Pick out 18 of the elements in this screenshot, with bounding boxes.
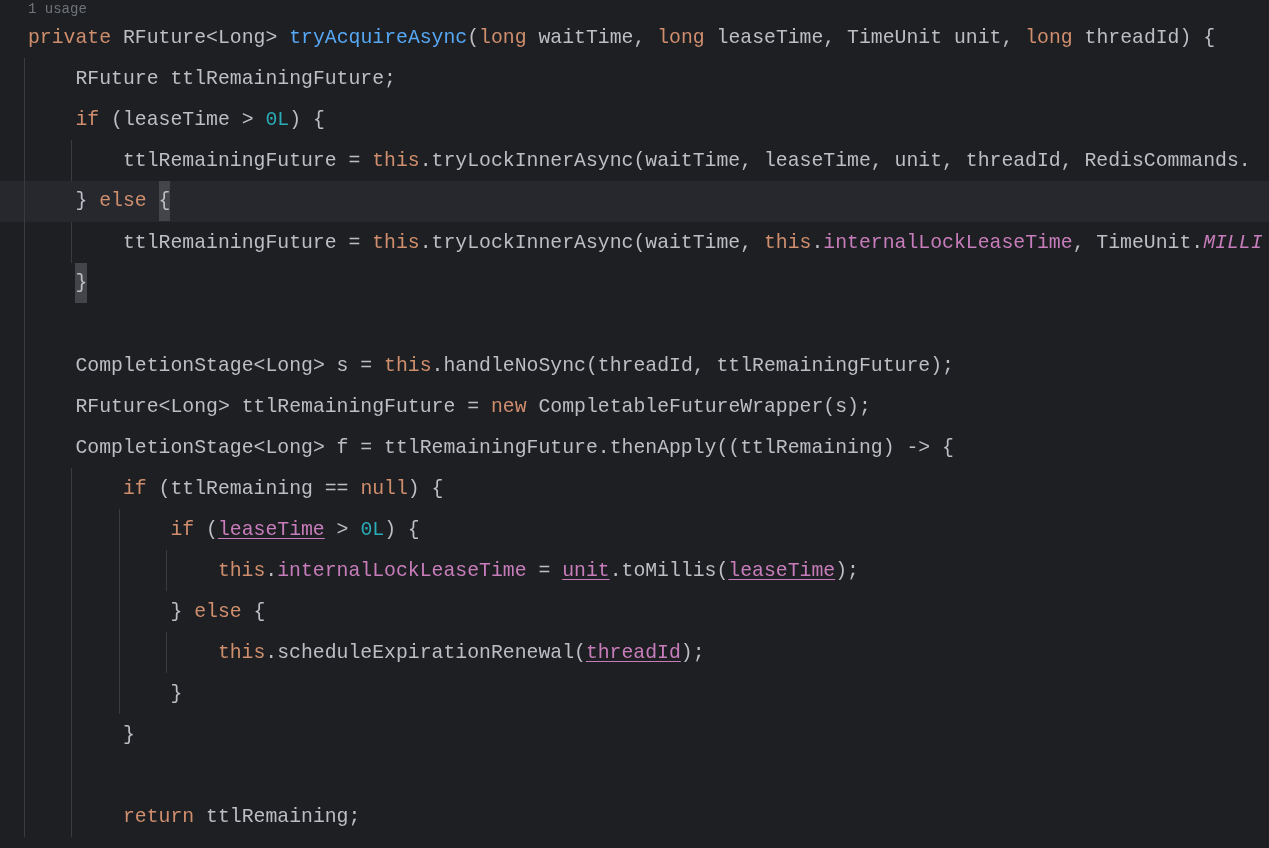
code-line: ttlRemainingFuture = this.tryLockInnerAsync(waitTime, leaseTime, unit, threadId, RedisCommands. (122, 148, 1251, 173)
code-line: private RFuture<Long> tryAcquireAsync(long waitTime, long leaseTime, TimeUnit unit, long threadId) { (28, 25, 1216, 50)
code-line: CompletionStage<Long> s = this.handleNoSync(threadId, ttlRemainingFuture); (75, 353, 954, 378)
code-line: RFuture<Long> ttlRemainingFuture = new CompletableFutureWrapper(s); (75, 394, 871, 419)
code-line: RFuture ttlRemainingFuture; (75, 66, 396, 91)
code-line: if (leaseTime > 0L) { (170, 517, 420, 542)
code-line: this.scheduleExpirationRenewal(threadId); (217, 640, 705, 665)
code-line: } (122, 722, 135, 747)
code-line: return ttlRemaining; (122, 804, 361, 829)
code-line: } else { (170, 599, 266, 624)
code-line: } (170, 681, 183, 706)
code-line: } else { (75, 181, 171, 222)
code-line: CompletionStage<Long> f = ttlRemainingFuture.thenApply((ttlRemaining) -> { (75, 435, 954, 460)
code-line: this.internalLockLeaseTime = unit.toMillis(leaseTime); (217, 558, 859, 583)
code-line: if (ttlRemaining == null) { (122, 476, 444, 501)
usage-hint: 1 usage (28, 0, 87, 17)
code-line: ttlRemainingFuture = this.tryLockInnerAsync(waitTime, this.internalLockLeaseTime, TimeUnit.MILLI (122, 230, 1263, 255)
code-line: if (leaseTime > 0L) { (75, 107, 325, 132)
